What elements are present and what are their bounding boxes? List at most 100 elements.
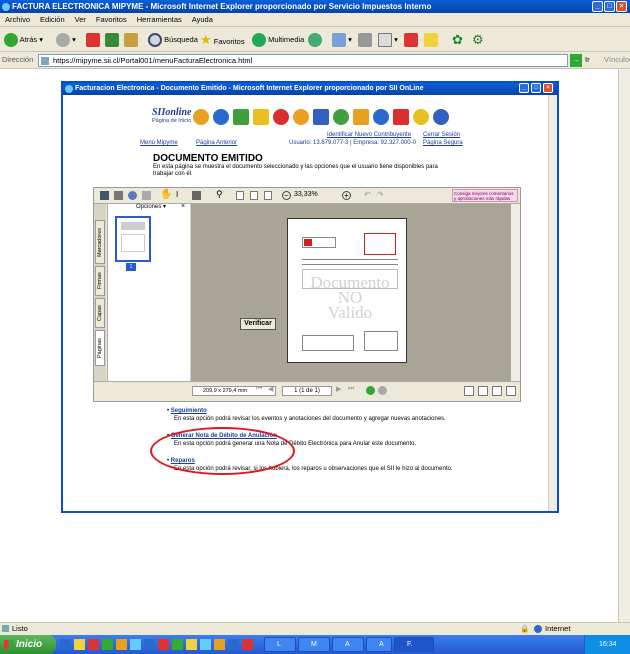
tab-pages[interactable]: Páginas — [95, 330, 105, 366]
go-button[interactable]: Ir — [585, 55, 590, 64]
menu-ayuda[interactable]: Ayuda — [187, 13, 218, 27]
leaf-button[interactable]: ✿ — [452, 31, 463, 48]
popup-close-button[interactable]: × — [543, 83, 553, 93]
tab-signatures[interactable]: Firmas — [95, 266, 105, 296]
single-page-icon[interactable] — [464, 386, 474, 396]
tracking-link[interactable]: Seguimiento — [171, 408, 207, 414]
page-number-input[interactable]: 1 (1 de 1) — [282, 386, 332, 396]
discuss-button[interactable] — [404, 31, 418, 48]
quick-launch-icon-13[interactable] — [228, 639, 239, 650]
back-button[interactable]: Atrás ▾ — [4, 31, 43, 48]
options-menu[interactable]: Opciones ▾ — [136, 203, 166, 210]
pdf-scrollbar[interactable] — [511, 204, 520, 381]
popup-maximize-button[interactable]: □ — [531, 83, 541, 93]
secure-page-link[interactable]: Página Segura — [423, 140, 463, 146]
home-button[interactable] — [124, 31, 138, 48]
panel-close-icon[interactable]: × — [181, 203, 185, 210]
quick-launch-icon-3[interactable] — [88, 639, 99, 650]
service-icon-5[interactable] — [273, 109, 289, 125]
messenger-button[interactable] — [424, 31, 438, 48]
taskbar-item-1[interactable]: L — [264, 637, 296, 652]
menu-favoritos[interactable]: Favoritos — [91, 13, 132, 27]
quick-launch-icon-10[interactable] — [186, 639, 197, 650]
edit-button[interactable]: ▾ — [378, 31, 398, 48]
favorites-button[interactable]: ★ Favoritos — [200, 31, 245, 48]
mail-button[interactable]: ▾ — [332, 31, 352, 48]
close-button[interactable]: × — [616, 1, 627, 12]
service-icon-1[interactable] — [193, 109, 209, 125]
nav-back-icon[interactable] — [366, 386, 375, 395]
quick-launch-icon-4[interactable] — [102, 639, 113, 650]
taskbar-item-5[interactable]: F. — [394, 637, 434, 652]
next-page-icon[interactable]: ▶ — [336, 385, 341, 393]
clock[interactable]: 16:34 — [599, 641, 617, 648]
print-button[interactable] — [358, 31, 372, 48]
zoom-in-icon[interactable]: + — [342, 191, 351, 200]
close-session-link[interactable]: Cerrar Sesión — [423, 132, 460, 138]
refresh-button[interactable] — [105, 31, 119, 48]
maximize-button[interactable]: □ — [604, 1, 615, 12]
service-icon-13[interactable] — [433, 109, 449, 125]
quick-launch-icon-7[interactable] — [144, 639, 155, 650]
service-icon-12[interactable] — [413, 109, 429, 125]
zoom-tool-icon[interactable]: ⚲ — [216, 189, 223, 200]
browser-scrollbar[interactable] — [618, 69, 630, 622]
actual-size-icon[interactable] — [236, 191, 244, 200]
continuous-facing-icon[interactable] — [506, 386, 516, 396]
stop-button[interactable] — [86, 31, 100, 48]
service-icon-2[interactable] — [213, 109, 229, 125]
previous-page-icon[interactable]: ◀ — [268, 385, 273, 393]
last-page-icon[interactable]: ⏭ — [348, 385, 354, 393]
quick-launch-icon-11[interactable] — [200, 639, 211, 650]
start-button[interactable]: Inicio — [0, 635, 56, 654]
facing-icon[interactable] — [492, 386, 502, 396]
page-thumbnail[interactable] — [115, 216, 151, 262]
snapshot-icon[interactable] — [192, 191, 201, 200]
select-text-icon[interactable]: I — [176, 190, 178, 199]
quick-launch-icon-6[interactable] — [130, 639, 141, 650]
hand-tool-icon[interactable]: ✋ — [160, 190, 172, 200]
address-input[interactable]: https://mipyme.sii.cl/Portal001/menuFact… — [38, 54, 568, 67]
popup-minimize-button[interactable]: _ — [519, 83, 529, 93]
print-icon[interactable] — [114, 191, 123, 200]
history-button[interactable] — [308, 31, 322, 48]
promo-banner[interactable]: Consiga mejores comentarios y aprobacion… — [452, 189, 518, 202]
fit-page-icon[interactable] — [250, 191, 258, 200]
rotate-right-icon[interactable]: ↷ — [377, 190, 384, 199]
service-icon-4[interactable] — [253, 109, 269, 125]
rotate-left-icon[interactable]: ↶ — [364, 190, 371, 199]
fit-width-icon[interactable] — [264, 191, 272, 200]
quick-launch-icon-8[interactable] — [158, 639, 169, 650]
search-button[interactable]: Búsqueda — [148, 31, 198, 48]
identify-contributor-link[interactable]: Identificar Nuevo Contribuyente — [327, 132, 411, 138]
email-icon[interactable] — [128, 191, 137, 200]
go-arrow-icon[interactable]: → — [570, 54, 582, 67]
first-page-icon[interactable]: ⏮ — [256, 385, 262, 393]
search-pdf-icon[interactable] — [142, 191, 151, 200]
taskbar-item-3[interactable]: A — [332, 637, 364, 652]
popup-scrollbar[interactable] — [548, 95, 557, 511]
menu-edicion[interactable]: Edición — [35, 13, 70, 27]
zoom-out-icon[interactable]: − — [282, 191, 291, 200]
menu-ver[interactable]: Ver — [70, 13, 91, 27]
zoom-level[interactable]: 33,33% — [294, 191, 318, 198]
tab-layers[interactable]: Capas — [95, 298, 105, 328]
quick-launch-icon-9[interactable] — [172, 639, 183, 650]
multimedia-button[interactable]: Multimedia — [252, 31, 304, 48]
verify-button[interactable]: Verificar — [240, 318, 276, 330]
service-icon-6[interactable] — [293, 109, 309, 125]
minimize-button[interactable]: _ — [592, 1, 603, 12]
quick-launch-icon-2[interactable] — [74, 639, 85, 650]
service-icon-10[interactable] — [373, 109, 389, 125]
save-icon[interactable] — [100, 191, 109, 200]
tab-bookmarks[interactable]: Marcadores — [95, 220, 105, 264]
quick-launch-icon-14[interactable] — [242, 639, 253, 650]
links-label[interactable]: Vínculos — [604, 55, 630, 64]
previous-page-link[interactable]: Página Anterior — [196, 140, 237, 146]
menu-herramientas[interactable]: Herramientas — [132, 13, 187, 27]
quick-launch-icon-1[interactable] — [60, 639, 71, 650]
service-icon-7[interactable] — [313, 109, 329, 125]
service-icon-3[interactable] — [233, 109, 249, 125]
forward-button[interactable]: ▾ — [56, 31, 76, 48]
taskbar-item-4[interactable]: A — [366, 637, 392, 652]
